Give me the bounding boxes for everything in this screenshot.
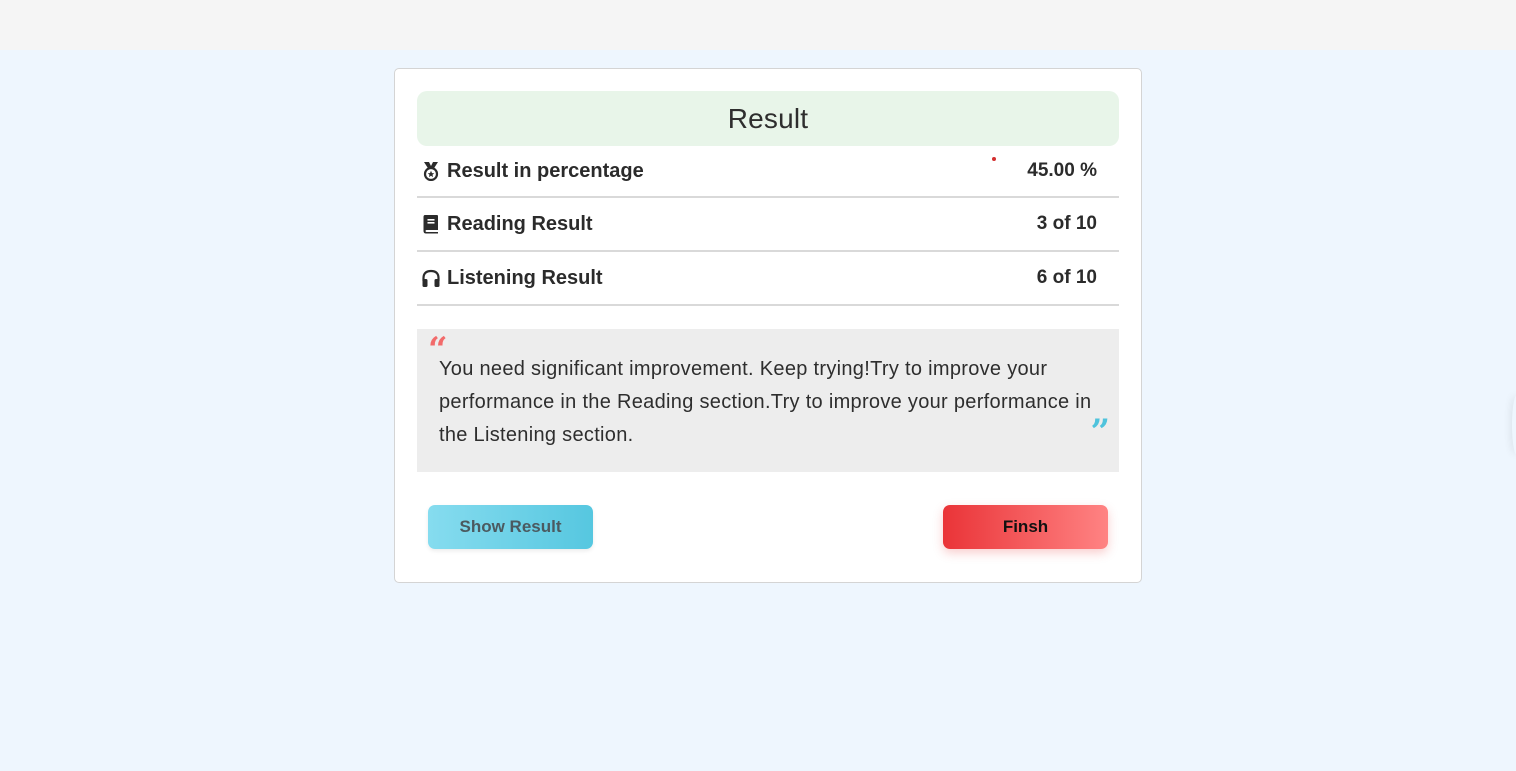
- page-title: Result: [727, 102, 809, 134]
- row-label-group: Reading Result: [421, 213, 593, 236]
- row-label-group: Listening Result: [421, 267, 603, 290]
- row-value: 45.00 %: [1027, 160, 1097, 181]
- row-value: 6 of 10: [1036, 267, 1097, 288]
- headphones-icon: [421, 268, 441, 288]
- edge-scroll-shadow: [1512, 395, 1516, 455]
- medal-icon: [421, 161, 441, 181]
- row-label: Reading Result: [447, 212, 593, 235]
- result-card: Result Result in percentage 45.00 % Read…: [394, 68, 1142, 583]
- feedback-text: You need significant improvement. Keep t…: [439, 358, 1092, 446]
- result-header: Result: [417, 91, 1119, 146]
- result-rows: Result in percentage 45.00 % Reading Res…: [417, 146, 1119, 306]
- feedback-quote: “ You need significant improvement. Keep…: [417, 329, 1119, 472]
- row-label: Listening Result: [447, 266, 603, 289]
- result-row-percentage: Result in percentage 45.00 %: [417, 146, 1119, 198]
- row-value: 3 of 10: [1036, 213, 1097, 234]
- book-icon: [421, 214, 441, 234]
- row-label-group: Result in percentage: [421, 160, 644, 183]
- finish-button[interactable]: Finsh: [943, 505, 1108, 549]
- close-quote-icon: ”: [1090, 412, 1110, 452]
- result-row-listening: Listening Result 6 of 10: [417, 252, 1119, 306]
- top-bar: [0, 0, 1516, 50]
- show-result-button[interactable]: Show Result: [428, 505, 593, 549]
- result-row-reading: Reading Result 3 of 10: [417, 198, 1119, 252]
- row-label: Result in percentage: [447, 159, 644, 182]
